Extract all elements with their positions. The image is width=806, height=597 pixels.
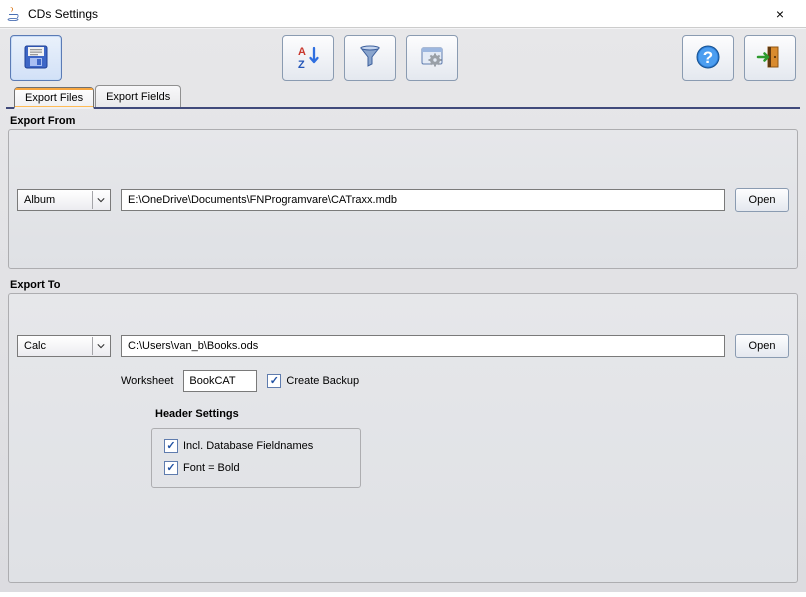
checkbox-icon [164, 439, 178, 453]
chevron-down-icon [92, 337, 108, 355]
combo-value: Calc [24, 340, 46, 352]
java-icon [6, 6, 22, 22]
tab-content: Export From Album Open Export To [6, 109, 800, 597]
worksheet-label: Worksheet [121, 375, 173, 387]
chevron-down-icon [92, 191, 108, 209]
create-backup-checkbox[interactable]: Create Backup [267, 374, 359, 388]
close-button[interactable]: × [760, 2, 800, 26]
help-button[interactable]: ? [682, 35, 734, 81]
outer-frame: A Z [0, 28, 806, 592]
export-to-group: Calc Open Worksheet Create Backup [8, 293, 798, 583]
export-from-type-combo[interactable]: Album [17, 189, 111, 211]
checkbox-icon [164, 461, 178, 475]
titlebar: CDs Settings × [0, 0, 806, 28]
save-icon [22, 43, 50, 74]
checkbox-label: Incl. Database Fieldnames [183, 440, 313, 452]
funnel-icon [356, 43, 384, 74]
sort-button[interactable]: A Z [282, 35, 334, 81]
incl-fieldnames-checkbox[interactable]: Incl. Database Fieldnames [164, 439, 348, 453]
export-from-open-button[interactable]: Open [735, 188, 789, 212]
export-from-path-input[interactable] [121, 189, 725, 211]
window-settings-button[interactable] [406, 35, 458, 81]
export-to-open-button[interactable]: Open [735, 334, 789, 358]
tab-export-files[interactable]: Export Files [14, 87, 94, 109]
checkbox-label: Create Backup [286, 375, 359, 387]
window-title: CDs Settings [28, 7, 98, 21]
export-to-path-input[interactable] [121, 335, 725, 357]
checkbox-label: Font = Bold [183, 462, 240, 474]
header-settings-group: Header Settings Incl. Database Fieldname… [151, 428, 361, 488]
export-from-legend: Export From [10, 115, 798, 127]
close-icon: × [776, 6, 784, 22]
window-gear-icon [418, 43, 446, 74]
header-settings-legend: Header Settings [155, 408, 239, 420]
svg-text:A: A [298, 46, 306, 58]
tab-label: Export Fields [106, 91, 170, 103]
exit-door-icon [756, 43, 784, 74]
worksheet-input[interactable] [183, 370, 257, 392]
font-bold-checkbox[interactable]: Font = Bold [164, 461, 348, 475]
help-icon: ? [694, 43, 722, 74]
toolbar: A Z [6, 33, 800, 83]
combo-value: Album [24, 194, 55, 206]
tabs: Export Files Export Fields [6, 85, 800, 109]
tab-export-fields[interactable]: Export Fields [95, 85, 181, 107]
svg-text:Z: Z [298, 59, 305, 71]
svg-text:?: ? [703, 48, 713, 67]
filter-button[interactable] [344, 35, 396, 81]
sort-az-icon: A Z [294, 43, 322, 74]
exit-button[interactable] [744, 35, 796, 81]
export-to-type-combo[interactable]: Calc [17, 335, 111, 357]
save-button[interactable] [10, 35, 62, 81]
export-from-group: Album Open [8, 129, 798, 269]
export-to-legend: Export To [10, 279, 798, 291]
tab-label: Export Files [25, 92, 83, 104]
checkbox-icon [267, 374, 281, 388]
